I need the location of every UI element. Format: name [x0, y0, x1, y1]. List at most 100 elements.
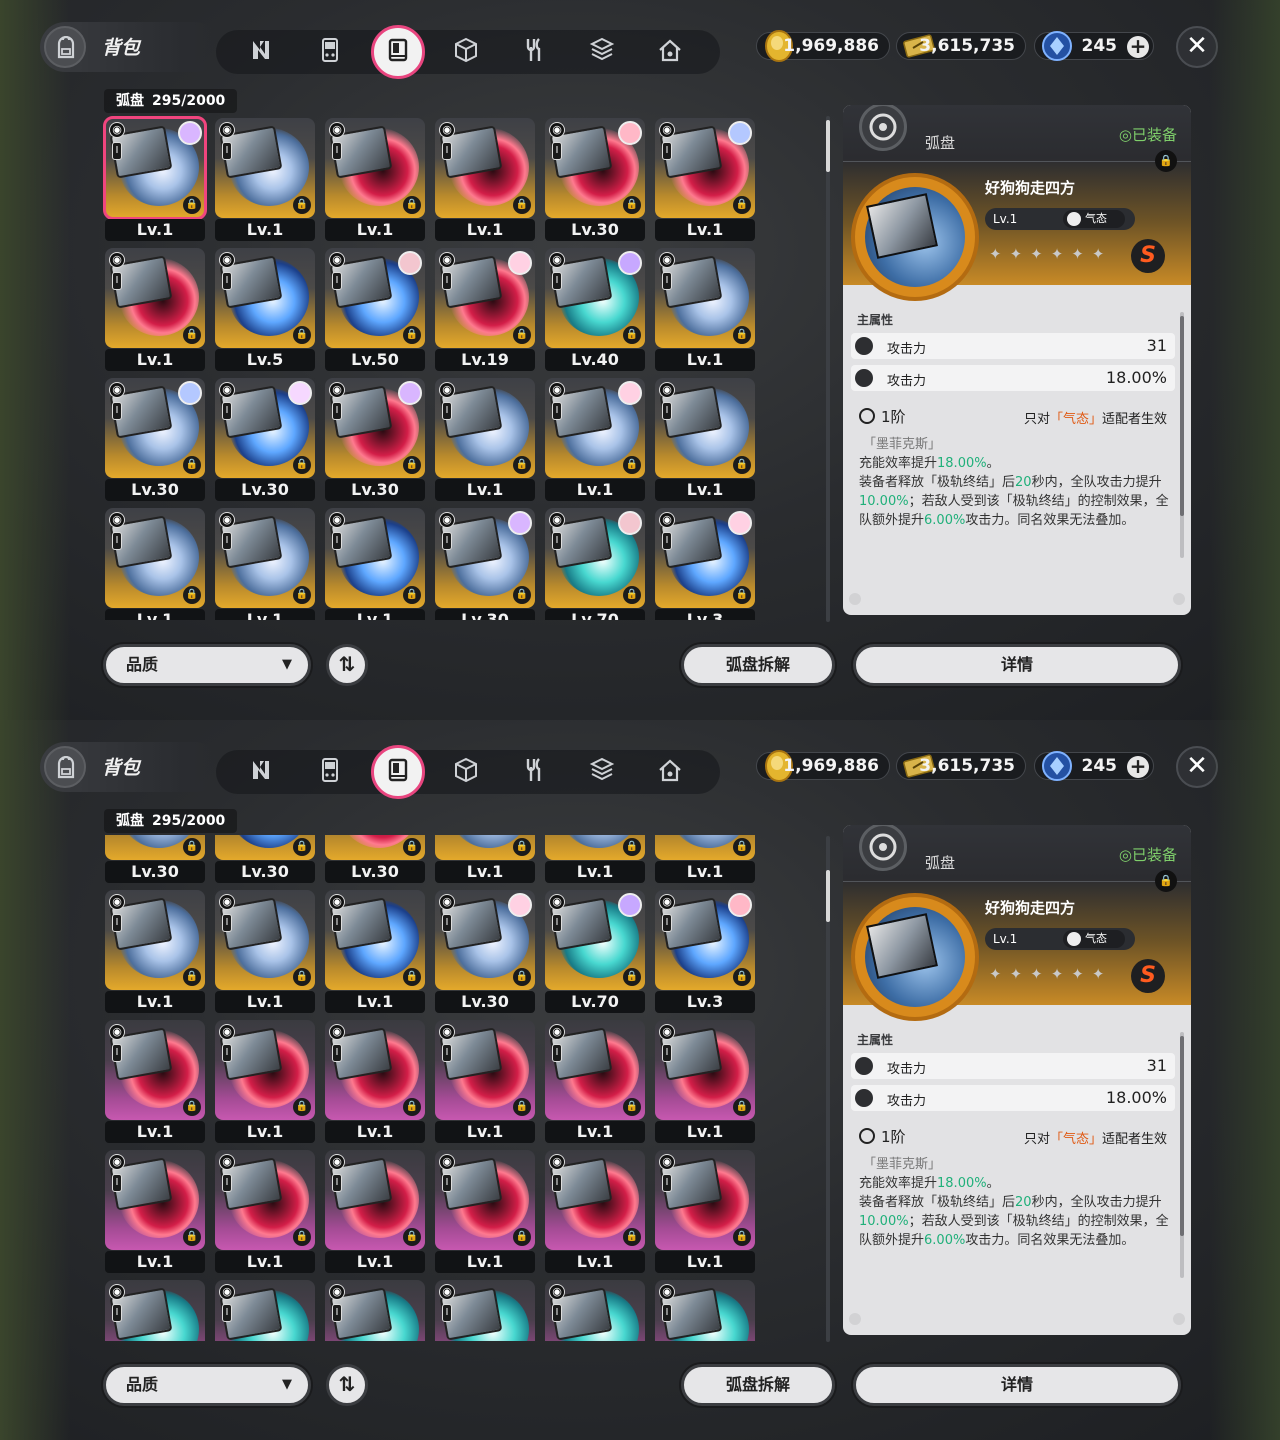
quality-filter-dropdown[interactable]: 品质 ▼: [103, 644, 311, 686]
detail-scroll-thumb[interactable]: [1180, 316, 1184, 516]
tab-house[interactable]: [648, 30, 692, 74]
disc-item[interactable]: ◉I🔒Lv.1: [325, 118, 425, 242]
disc-item[interactable]: ◉I🔒Lv.30: [325, 835, 425, 884]
disc-item[interactable]: ◉ I 🔒 Lv.3: [655, 508, 755, 620]
disc-item[interactable]: ◉I🔒Lv.30: [215, 378, 315, 502]
lock-icon[interactable]: 🔒: [513, 196, 531, 214]
lock-icon[interactable]: 🔒: [293, 838, 311, 856]
disc-item[interactable]: ◉I🔒: [215, 1280, 315, 1341]
disc-item[interactable]: ◉I🔒Lv.1: [435, 1150, 535, 1274]
lock-icon[interactable]: 🔒: [1155, 870, 1177, 892]
tab-gameboy[interactable]: [308, 30, 352, 74]
lock-icon[interactable]: 🔒: [513, 968, 531, 986]
disc-item[interactable]: ◉I🔒Lv.1: [325, 1020, 425, 1144]
disc-item[interactable]: ◉I🔒: [325, 1280, 425, 1341]
disc-item[interactable]: ◉ I 🔒 Lv.40: [545, 248, 645, 372]
lock-icon[interactable]: 🔒: [733, 456, 751, 474]
lock-icon[interactable]: 🔒: [183, 196, 201, 214]
quality-filter-dropdown[interactable]: 品质 ▼: [103, 1364, 311, 1406]
disc-item[interactable]: ◉I🔒: [435, 1280, 535, 1341]
disc-item[interactable]: ◉I🔒Lv.1: [105, 890, 205, 1014]
lock-icon[interactable]: 🔒: [623, 1228, 641, 1246]
lock-icon[interactable]: 🔒: [513, 586, 531, 604]
disc-item[interactable]: ◉I🔒Lv.1: [435, 378, 535, 502]
grid-scroll-thumb[interactable]: [826, 870, 830, 922]
lock-icon[interactable]: 🔒: [293, 968, 311, 986]
tab-box[interactable]: [580, 750, 624, 794]
disc-item[interactable]: ◉ I 🔒 Lv.70: [545, 890, 645, 1014]
detail-scrollbar[interactable]: [1180, 1032, 1184, 1278]
tab-n-logo[interactable]: [240, 750, 284, 794]
lock-icon[interactable]: 🔒: [733, 196, 751, 214]
lock-icon[interactable]: 🔒: [403, 838, 421, 856]
details-button[interactable]: 详情: [853, 644, 1181, 686]
disc-item[interactable]: ◉I🔒Lv.1: [545, 835, 645, 884]
disc-item[interactable]: ◉I🔒Lv.1: [655, 118, 755, 242]
add-currency-button[interactable]: +: [1127, 756, 1149, 778]
disc-item[interactable]: ◉ I 🔒 Lv.50: [325, 248, 425, 372]
sort-order-button[interactable]: ⇅: [326, 1364, 368, 1406]
disc-item[interactable]: ◉I🔒: [105, 1280, 205, 1341]
lock-icon[interactable]: 🔒: [403, 326, 421, 344]
disc-item[interactable]: ◉ I 🔒 Lv.19: [435, 248, 535, 372]
tab-n-logo[interactable]: [240, 30, 284, 74]
tab-cutlery[interactable]: [512, 30, 556, 74]
disc-item[interactable]: ◉I🔒Lv.1: [655, 248, 755, 372]
lock-icon[interactable]: 🔒: [293, 1098, 311, 1116]
disc-item[interactable]: ◉I🔒Lv.1: [545, 1020, 645, 1144]
disc-item[interactable]: ◉ I 🔒 Lv.3: [655, 890, 755, 1014]
disc-item[interactable]: ◉I🔒Lv.1: [215, 118, 315, 242]
tab-gameboy[interactable]: [308, 750, 352, 794]
lock-icon[interactable]: 🔒: [183, 968, 201, 986]
disc-item[interactable]: ◉I🔒Lv.1: [545, 378, 645, 502]
lock-icon[interactable]: 🔒: [293, 456, 311, 474]
lock-icon[interactable]: 🔒: [623, 586, 641, 604]
close-button[interactable]: ✕: [1176, 26, 1218, 68]
grid-scroll-thumb[interactable]: [826, 120, 830, 172]
lock-icon[interactable]: 🔒: [733, 1228, 751, 1246]
lock-icon[interactable]: 🔒: [513, 326, 531, 344]
disc-item[interactable]: ◉I🔒Lv.1: [105, 1020, 205, 1144]
disc-item[interactable]: ◉I🔒Lv.1: [655, 835, 755, 884]
dismantle-button[interactable]: 弧盘拆解: [681, 644, 835, 686]
detail-scroll-thumb[interactable]: [1180, 1036, 1184, 1236]
close-button[interactable]: ✕: [1176, 746, 1218, 788]
lock-icon[interactable]: 🔒: [623, 456, 641, 474]
lock-icon[interactable]: 🔒: [183, 838, 201, 856]
disc-item[interactable]: ◉I🔒Lv.30: [215, 835, 315, 884]
lock-icon[interactable]: 🔒: [403, 1228, 421, 1246]
lock-icon[interactable]: 🔒: [183, 326, 201, 344]
disc-item[interactable]: ◉I🔒Lv.1: [545, 1150, 645, 1274]
disc-item[interactable]: ◉I🔒Lv.1: [103, 116, 207, 242]
disc-item[interactable]: ◉I🔒Lv.1: [655, 378, 755, 502]
detail-scrollbar[interactable]: [1180, 312, 1184, 558]
disc-item[interactable]: ◉I🔒Lv.1: [105, 508, 205, 620]
disc-item[interactable]: ◉I🔒: [655, 1280, 755, 1341]
lock-icon[interactable]: 🔒: [513, 1228, 531, 1246]
disc-item[interactable]: ◉I🔒Lv.1: [215, 890, 315, 1014]
lock-icon[interactable]: 🔒: [293, 196, 311, 214]
lock-icon[interactable]: 🔒: [293, 326, 311, 344]
disc-item[interactable]: ◉I🔒Lv.1: [435, 118, 535, 242]
lock-icon[interactable]: 🔒: [183, 1098, 201, 1116]
lock-icon[interactable]: 🔒: [733, 968, 751, 986]
disc-item[interactable]: ◉I🔒Lv.1: [325, 508, 425, 620]
lock-icon[interactable]: 🔒: [403, 586, 421, 604]
lock-icon[interactable]: 🔒: [733, 1098, 751, 1116]
disc-item[interactable]: ◉I🔒Lv.30: [325, 378, 425, 502]
disc-item[interactable]: ◉I🔒Lv.30: [435, 508, 535, 620]
lock-icon[interactable]: 🔒: [293, 1228, 311, 1246]
disc-item[interactable]: ◉I🔒Lv.1: [655, 1150, 755, 1274]
tab-disc-drive[interactable]: [371, 25, 425, 79]
disc-item[interactable]: ◉ I 🔒 Lv.70: [545, 508, 645, 620]
lock-icon[interactable]: 🔒: [733, 326, 751, 344]
disc-item[interactable]: ◉I🔒Lv.1: [105, 1150, 205, 1274]
tab-box[interactable]: [580, 30, 624, 74]
disc-item[interactable]: ◉I🔒Lv.1: [655, 1020, 755, 1144]
disc-item[interactable]: ◉I🔒Lv.1: [215, 508, 315, 620]
disc-item[interactable]: ◉I🔒Lv.30: [545, 118, 645, 242]
disc-item[interactable]: ◉ I 🔒 Lv.5: [215, 248, 315, 372]
lock-icon[interactable]: 🔒: [513, 838, 531, 856]
disc-item[interactable]: ◉I🔒Lv.1: [325, 1150, 425, 1274]
lock-icon[interactable]: 🔒: [403, 968, 421, 986]
